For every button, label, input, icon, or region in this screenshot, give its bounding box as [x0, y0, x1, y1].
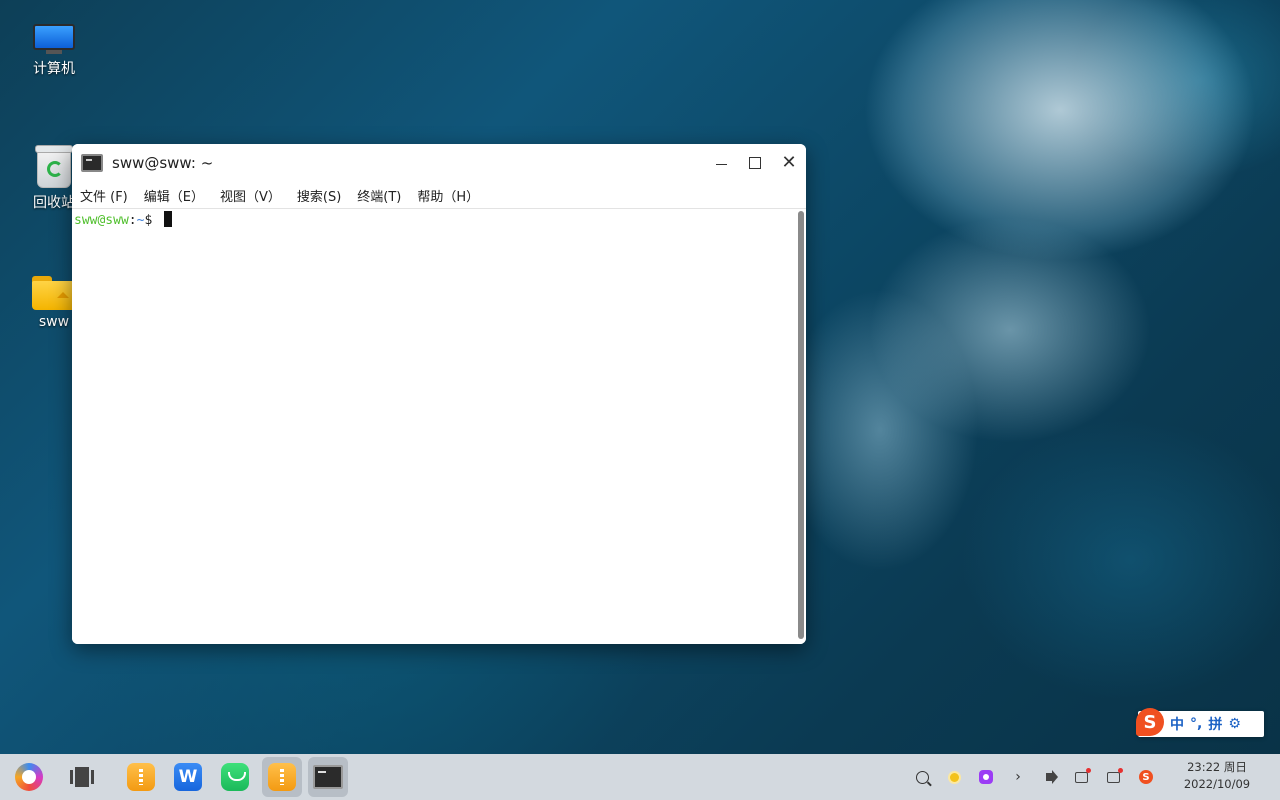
terminal-icon	[81, 154, 103, 172]
scrollbar[interactable]	[798, 211, 804, 639]
volume-icon	[1046, 770, 1058, 784]
taskbar-app-wps[interactable]: W	[168, 757, 208, 797]
close-button[interactable]: ✕	[772, 144, 806, 182]
tray-status-yellow[interactable]	[941, 754, 967, 800]
ime-toolbar[interactable]: S 中 °, 拼 ⚙	[1136, 708, 1264, 737]
menu-edit[interactable]: 编辑（E）	[136, 186, 212, 205]
search-icon	[915, 770, 929, 784]
close-icon: ✕	[781, 152, 797, 173]
menu-file[interactable]: 文件 (F)	[72, 186, 136, 205]
start-menu-button[interactable]	[9, 757, 49, 797]
ime-layout[interactable]: 拼	[1208, 714, 1222, 734]
menu-terminal[interactable]: 终端(T)	[349, 186, 409, 205]
maximize-icon	[749, 157, 761, 169]
prompt-user: sww@sww	[74, 213, 129, 228]
home-folder-icon	[32, 276, 76, 310]
desktop-icon-label: 计算机	[33, 61, 75, 77]
clock[interactable]: 23:22 周日 2022/10/09	[1172, 759, 1262, 793]
tray-volume[interactable]	[1036, 754, 1062, 800]
notification-icon	[1106, 767, 1123, 783]
chevron-right-icon: ›	[1015, 769, 1021, 785]
text-cursor	[164, 211, 173, 227]
wps-icon: W	[174, 763, 202, 791]
desktop-icon-computer[interactable]: 计算机	[20, 24, 88, 78]
ukui-logo-icon	[15, 763, 43, 791]
prompt-line: sww@sww:~$	[74, 211, 804, 229]
taskbar-app-archive-2[interactable]	[262, 757, 302, 797]
taskbar-app-archive[interactable]	[121, 757, 161, 797]
multitask-icon	[70, 767, 94, 787]
multitask-view-button[interactable]	[62, 757, 102, 797]
maximize-button[interactable]	[738, 144, 772, 182]
tray-search[interactable]	[909, 754, 935, 800]
taskbar: W › S 23:22 周日 2022/10/09	[0, 754, 1280, 800]
window-title: sww@sww: ~	[112, 154, 214, 172]
menu-help[interactable]: 帮助（H）	[409, 186, 487, 205]
sogou-logo-icon[interactable]: S	[1136, 708, 1164, 736]
tray-screenshot[interactable]	[973, 754, 999, 800]
sogou-icon: S	[1139, 770, 1153, 784]
archive-icon	[127, 763, 155, 791]
gear-icon[interactable]: ⚙	[1228, 716, 1241, 732]
terminal-output[interactable]: sww@sww:~$	[72, 209, 806, 644]
status-dot-icon	[949, 772, 959, 782]
tray-notifications[interactable]	[1100, 754, 1126, 800]
screenshot-icon	[979, 770, 993, 784]
taskbar-app-terminal[interactable]	[308, 757, 348, 797]
terminal-icon	[313, 765, 343, 789]
network-icon	[1074, 767, 1091, 783]
tray-ime[interactable]: S	[1133, 754, 1159, 800]
trash-icon	[35, 145, 73, 188]
minimize-button[interactable]	[704, 144, 738, 182]
prompt-dollar: $	[144, 213, 161, 228]
prompt-colon: :	[128, 213, 137, 228]
clock-date: 2022/10/09	[1183, 777, 1251, 791]
tray-network[interactable]	[1068, 754, 1094, 800]
ime-punctuation[interactable]: °,	[1190, 716, 1202, 732]
tray-expand[interactable]: ›	[1005, 754, 1031, 800]
terminal-window: sww@sww: ~ ✕ 文件 (F) 编辑（E） 视图（V） 搜索(S) 终端…	[72, 144, 806, 644]
ime-mode[interactable]: 中	[1170, 714, 1184, 734]
archive-icon	[268, 763, 296, 791]
minimize-icon	[715, 163, 727, 165]
clock-time: 23:22 周日	[1187, 760, 1247, 774]
menu-bar: 文件 (F) 编辑（E） 视图（V） 搜索(S) 终端(T) 帮助（H）	[72, 182, 806, 209]
menu-search[interactable]: 搜索(S)	[289, 186, 349, 205]
taskbar-app-green[interactable]	[215, 757, 255, 797]
window-titlebar[interactable]: sww@sww: ~ ✕	[72, 144, 806, 182]
computer-icon	[33, 24, 75, 54]
menu-view[interactable]: 视图（V）	[212, 186, 289, 205]
green-app-icon	[221, 763, 249, 791]
